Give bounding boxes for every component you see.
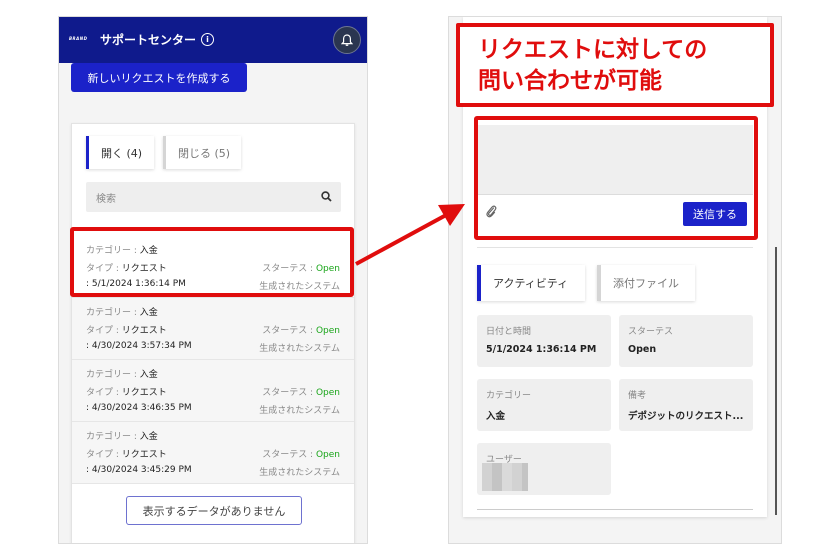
detail-status: スターテス Open [619,315,753,367]
request-status: スターテス : Open [262,450,340,460]
notification-button[interactable] [333,26,361,54]
avatar [482,463,528,491]
detail-label: スターテス [628,327,674,337]
request-status: スターテス : Open [262,388,340,398]
search-placeholder: 検索 [96,194,116,205]
tab-activity[interactable]: アクティビティ [477,265,585,301]
callout-line: リクエストに対しての [478,37,708,63]
callout-box: リクエストに対しての 問い合わせが可能 [456,23,774,107]
request-status: スターテス : Open [262,326,340,336]
new-request-button[interactable]: 新しいリクエストを作成する [71,63,247,92]
request-type: タイプ : リクエスト [86,450,167,460]
request-created-by: 生成されたシステム [259,406,340,416]
scrollbar[interactable] [775,247,777,515]
request-category: カテゴリー : 入金 [86,432,158,442]
page-title: サポートセンター i [100,31,215,48]
callout-line: 問い合わせが可能 [478,68,662,94]
app-header: BRAND サポートセンター i [59,17,367,63]
detail-category: カテゴリー 入金 [477,379,611,431]
request-date: : 4/30/2024 3:57:34 PM [86,341,192,351]
brand-logo: BRAND [69,36,88,41]
detail-note: 備考 デポジットのリクエスト... [619,379,753,431]
detail-user: ユーザー [477,443,611,495]
page-title-text: サポートセンター [100,33,197,47]
highlight-box [474,116,758,240]
detail-label: カテゴリー [486,391,532,401]
request-created-by: 生成されたシステム [259,468,340,478]
request-list-card: 開く (4) 閉じる (5) 検索 カテゴリー : 入金 タイプ : リクエスト… [71,123,355,543]
detail-value: Open [628,344,657,355]
divider [477,509,753,510]
request-type: タイプ : リクエスト [86,326,167,336]
divider [477,247,753,248]
detail-datetime: 日付と時間 5/1/2024 1:36:14 PM [477,315,611,367]
request-list-item[interactable]: カテゴリー : 入金 タイプ : リクエスト : 4/30/2024 3:57:… [72,298,354,360]
request-category: カテゴリー : 入金 [86,308,158,318]
info-icon[interactable]: i [201,33,215,46]
detail-value: デポジットのリクエスト... [628,411,744,422]
request-list-item[interactable]: カテゴリー : 入金 タイプ : リクエスト : 4/30/2024 3:46:… [72,360,354,422]
no-data-button[interactable]: 表示するデータがありません [126,496,302,525]
request-date: : 4/30/2024 3:46:35 PM [86,403,192,413]
callout-text: リクエストに対しての 問い合わせが可能 [478,35,768,97]
request-list-item[interactable]: カテゴリー : 入金 タイプ : リクエスト : 4/30/2024 3:45:… [72,422,354,484]
highlight-box [70,227,354,297]
search-icon[interactable] [321,191,332,202]
request-category: カテゴリー : 入金 [86,370,158,380]
detail-label: 日付と時間 [486,327,532,337]
tab-attachments[interactable]: 添付ファイル [597,265,695,301]
request-type: タイプ : リクエスト [86,388,167,398]
detail-value: 入金 [486,411,506,422]
tab-closed[interactable]: 閉じる (5) [163,136,241,169]
tab-open[interactable]: 開く (4) [86,136,154,169]
bell-icon [341,33,353,46]
request-created-by: 生成されたシステム [259,344,340,354]
detail-label: 備考 [628,391,647,401]
search-input[interactable]: 検索 [86,182,341,212]
detail-value: 5/1/2024 1:36:14 PM [486,344,597,355]
request-date: : 4/30/2024 3:45:29 PM [86,465,192,475]
